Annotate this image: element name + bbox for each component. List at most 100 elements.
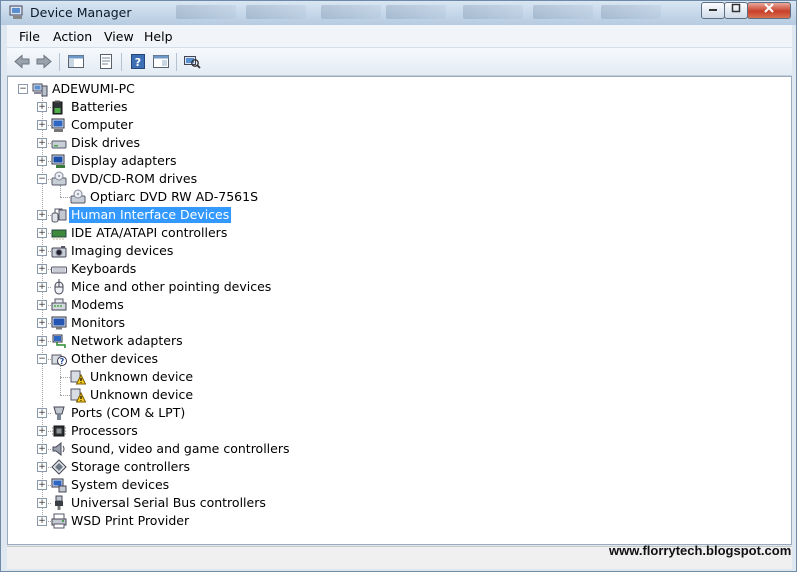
tree-item-disk-drives[interactable]: + Disk drives bbox=[8, 134, 768, 152]
background-ghost bbox=[601, 5, 661, 19]
update-driver-icon[interactable] bbox=[152, 53, 170, 70]
tree-item-other-devices[interactable]: −? Other devices bbox=[8, 350, 768, 368]
show-hide-console-tree-icon[interactable] bbox=[67, 53, 85, 70]
menu-file[interactable]: File bbox=[19, 29, 40, 44]
background-ghost bbox=[533, 5, 593, 19]
minimize-button[interactable] bbox=[701, 2, 725, 19]
tree-item-system-devices[interactable]: + System devices bbox=[8, 476, 768, 494]
collapse-toggle[interactable]: − bbox=[18, 84, 28, 94]
help-icon[interactable]: ? bbox=[129, 53, 147, 70]
expand-toggle[interactable]: + bbox=[37, 300, 47, 310]
printer-icon bbox=[51, 513, 67, 529]
expand-toggle[interactable]: + bbox=[37, 462, 47, 472]
warning-device-icon bbox=[70, 388, 86, 403]
tree-item-storage-controllers[interactable]: + Storage controllers bbox=[8, 458, 768, 476]
expand-toggle[interactable]: + bbox=[37, 480, 47, 490]
tree-item-dvd-cd-rom-drives[interactable]: − DVD/CD-ROM drives bbox=[8, 170, 768, 188]
tree-item-label: Network adapters bbox=[71, 333, 183, 348]
usb-icon bbox=[55, 495, 63, 510]
tree-item-label: Monitors bbox=[71, 315, 126, 330]
menu-bar: File Action View Help bbox=[7, 25, 792, 48]
tree-item-human-interface-devices[interactable]: + Human Interface Devices bbox=[8, 206, 768, 224]
tree-item-ports-com-lpt[interactable]: + Ports (COM & LPT) bbox=[8, 404, 768, 422]
warning-device-icon bbox=[70, 370, 86, 385]
monitor-icon bbox=[51, 316, 67, 330]
tree-item-label: Mice and other pointing devices bbox=[71, 279, 272, 294]
tree-item-label: Storage controllers bbox=[71, 459, 191, 474]
tree-item-computer[interactable]: + Computer bbox=[8, 116, 768, 134]
expand-toggle[interactable]: + bbox=[37, 336, 47, 346]
tree-item-ide-ata-atapi-controllers[interactable]: + IDE ATA/ATAPI controllers bbox=[8, 224, 768, 242]
tree-root[interactable]: − ADEWUMI-PC bbox=[8, 80, 768, 98]
background-ghost bbox=[321, 5, 381, 19]
imaging-icon bbox=[51, 246, 67, 258]
tree-item-label: DVD/CD-ROM drives bbox=[71, 171, 198, 186]
tree-item-label: Display adapters bbox=[71, 153, 177, 168]
ide-controller-icon bbox=[51, 229, 67, 240]
expand-toggle[interactable]: + bbox=[37, 210, 47, 220]
tree-item-network-adapters[interactable]: + Network adapters bbox=[8, 332, 768, 350]
tree-item-label: IDE ATA/ATAPI controllers bbox=[71, 225, 228, 240]
tree-item-label: Unknown device bbox=[90, 369, 194, 384]
tree-item-imaging-devices[interactable]: + Imaging devices bbox=[8, 242, 768, 260]
computer-root-icon bbox=[32, 83, 48, 97]
tree-item-display-adapters[interactable]: + Display adapters bbox=[8, 152, 768, 170]
expand-toggle[interactable]: + bbox=[37, 426, 47, 436]
maximize-button[interactable] bbox=[724, 2, 748, 19]
computer-icon bbox=[51, 118, 65, 132]
forward-icon[interactable] bbox=[35, 53, 53, 70]
tree-item-label: Optiarc DVD RW AD-7561S bbox=[90, 189, 259, 204]
storage-icon bbox=[51, 459, 67, 475]
tree-item-mice-and-other-pointing-devices[interactable]: + Mice and other pointing devices bbox=[8, 278, 768, 296]
tree-item-label: ADEWUMI-PC bbox=[52, 81, 135, 96]
expand-toggle[interactable]: + bbox=[37, 120, 47, 130]
expand-toggle[interactable]: + bbox=[37, 102, 47, 112]
tree-subitem-optiarc-dvd-rw-ad-7561s[interactable]: Optiarc DVD RW AD-7561S bbox=[8, 188, 768, 206]
tree-item-label: Human Interface Devices bbox=[69, 207, 232, 223]
expand-toggle[interactable]: + bbox=[37, 138, 47, 148]
expand-toggle[interactable]: + bbox=[37, 228, 47, 238]
close-button[interactable] bbox=[747, 2, 791, 19]
properties-icon[interactable] bbox=[97, 53, 115, 70]
tree-item-modems[interactable]: + Modems bbox=[8, 296, 768, 314]
tree-item-universal-serial-bus-controllers[interactable]: + Universal Serial Bus controllers bbox=[8, 494, 768, 512]
collapse-toggle[interactable]: − bbox=[37, 174, 47, 184]
expand-toggle[interactable]: + bbox=[37, 156, 47, 166]
menu-action[interactable]: Action bbox=[53, 29, 92, 44]
back-icon[interactable] bbox=[13, 53, 31, 70]
tree-subitem-unknown-device[interactable]: Unknown device bbox=[8, 386, 768, 404]
tree-item-wsd-print-provider[interactable]: + WSD Print Provider bbox=[8, 512, 768, 530]
device-tree[interactable]: − ADEWUMI-PC + Batteries + Computer + Disk driv… bbox=[7, 76, 792, 545]
expand-toggle[interactable]: + bbox=[37, 246, 47, 256]
tree-item-keyboards[interactable]: + Keyboards bbox=[8, 260, 768, 278]
collapse-toggle[interactable]: − bbox=[37, 354, 47, 364]
dvd-drive-icon bbox=[51, 171, 67, 186]
tree-item-label: WSD Print Provider bbox=[71, 513, 190, 528]
expand-toggle[interactable]: + bbox=[37, 444, 47, 454]
expand-toggle[interactable]: + bbox=[37, 498, 47, 508]
tree-subitem-unknown-device[interactable]: Unknown device bbox=[8, 368, 768, 386]
expand-toggle[interactable]: + bbox=[37, 408, 47, 418]
expand-toggle[interactable]: + bbox=[37, 318, 47, 328]
scan-hardware-icon[interactable] bbox=[183, 53, 201, 70]
display-adapter-icon bbox=[51, 154, 65, 168]
port-icon bbox=[53, 406, 65, 420]
tree-item-sound-video-and-game-controllers[interactable]: + Sound, video and game controllers bbox=[8, 440, 768, 458]
close-icon bbox=[764, 3, 774, 13]
menu-view[interactable]: View bbox=[104, 29, 134, 44]
dvd-drive-icon bbox=[70, 189, 86, 204]
tree-item-monitors[interactable]: + Monitors bbox=[8, 314, 768, 332]
toolbar-separator bbox=[176, 53, 177, 71]
watermark: www.florrytech.blogspot.com bbox=[609, 543, 792, 558]
expand-toggle[interactable]: + bbox=[37, 516, 47, 526]
title-bar[interactable]: Device Manager bbox=[1, 1, 796, 25]
expand-toggle[interactable]: + bbox=[37, 264, 47, 274]
tree-item-processors[interactable]: + Processors bbox=[8, 422, 768, 440]
keyboard-icon bbox=[51, 266, 67, 274]
mouse-icon bbox=[54, 279, 64, 295]
expand-toggle[interactable]: + bbox=[37, 282, 47, 292]
background-ghost bbox=[463, 5, 523, 19]
tree-item-batteries[interactable]: + Batteries bbox=[8, 98, 768, 116]
menu-help[interactable]: Help bbox=[144, 29, 173, 44]
tree-item-label: Universal Serial Bus controllers bbox=[71, 495, 266, 510]
